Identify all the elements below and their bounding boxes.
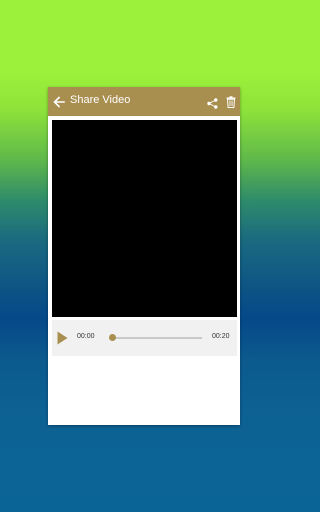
play-icon[interactable] [57,331,68,345]
delete-icon[interactable] [226,95,236,108]
share-video-dialog: Share Video 00:00 00:20 [48,87,240,425]
current-time: 00:00 [77,333,95,340]
toolbar: Share Video [48,87,240,116]
seek-thumb[interactable] [109,334,116,341]
video-preview[interactable] [52,120,237,317]
screen: { "toolbar": { "title": "Share Video", "… [0,0,288,512]
media-controls: 00:00 00:20 [52,320,237,356]
seek-bar[interactable] [110,337,202,339]
back-arrow-icon[interactable] [53,95,65,108]
total-time: 00:20 [212,333,230,340]
page-title: Share Video [70,94,131,106]
share-icon[interactable] [207,96,218,109]
